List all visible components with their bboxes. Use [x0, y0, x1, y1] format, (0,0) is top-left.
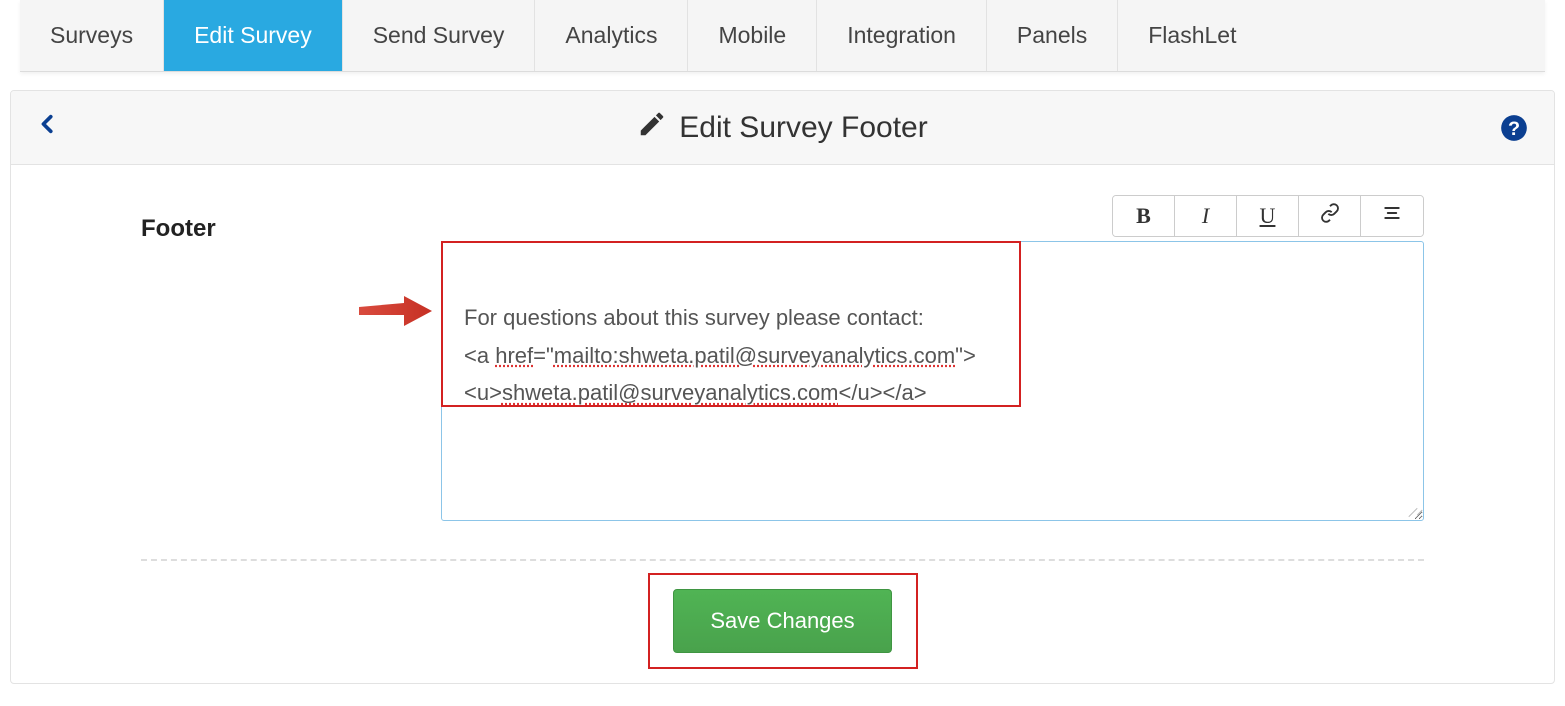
link-icon	[1320, 203, 1340, 229]
page-title: Edit Survey Footer	[637, 109, 927, 147]
back-button[interactable]	[37, 110, 59, 146]
nav-analytics[interactable]: Analytics	[535, 0, 688, 71]
svg-text:?: ?	[1508, 118, 1520, 140]
editor-toolbar: B I U	[441, 195, 1424, 237]
toolbar-group: B I U	[1112, 195, 1424, 237]
editor-line-1: For questions about this survey please c…	[464, 305, 924, 330]
nav-edit-survey[interactable]: Edit Survey	[164, 0, 343, 71]
panel-content: Footer B I U	[11, 165, 1554, 683]
save-changes-button[interactable]: Save Changes	[673, 589, 891, 653]
nav-send-survey[interactable]: Send Survey	[343, 0, 536, 71]
nav-mobile[interactable]: Mobile	[688, 0, 817, 71]
editor-line-2c: ">	[955, 343, 976, 368]
resize-handle-icon	[1405, 502, 1419, 516]
align-center-icon	[1382, 203, 1402, 229]
edit-icon	[637, 109, 667, 147]
editor-line-2-href: href	[495, 343, 533, 368]
italic-button[interactable]: I	[1175, 196, 1237, 236]
divider	[141, 559, 1424, 561]
footer-field-row: Footer B I U	[141, 195, 1424, 521]
bold-button[interactable]: B	[1113, 196, 1175, 236]
edit-footer-panel: Edit Survey Footer ? Footer B I U	[10, 90, 1555, 684]
nav-flashlet[interactable]: FlashLet	[1118, 0, 1266, 71]
footer-label: Footer	[141, 195, 441, 243]
editor-line-3-email: shweta.patil@surveyanalytics.com	[502, 380, 839, 405]
link-button[interactable]	[1299, 196, 1361, 236]
panel-header: Edit Survey Footer ?	[11, 91, 1554, 165]
align-button[interactable]	[1361, 196, 1423, 236]
help-button[interactable]: ?	[1500, 114, 1528, 142]
editor-line-3a: <u>	[464, 380, 502, 405]
nav-panels[interactable]: Panels	[987, 0, 1118, 71]
save-wrap: Save Changes	[141, 589, 1424, 653]
footer-textarea[interactable]: For questions about this survey please c…	[441, 241, 1424, 521]
footer-editor-wrap: B I U	[441, 195, 1424, 521]
top-navigation: Surveys Edit Survey Send Survey Analytic…	[20, 0, 1545, 72]
editor-line-2-url: mailto:shweta.patil@surveyanalytics.com	[554, 343, 955, 368]
editor-line-2a: <a	[464, 343, 495, 368]
page-title-text: Edit Survey Footer	[679, 111, 927, 145]
editor-line-2b: ="	[533, 343, 554, 368]
nav-integration[interactable]: Integration	[817, 0, 987, 71]
underline-button[interactable]: U	[1237, 196, 1299, 236]
nav-surveys[interactable]: Surveys	[20, 0, 164, 71]
editor-line-3b: </u></a>	[839, 380, 927, 405]
